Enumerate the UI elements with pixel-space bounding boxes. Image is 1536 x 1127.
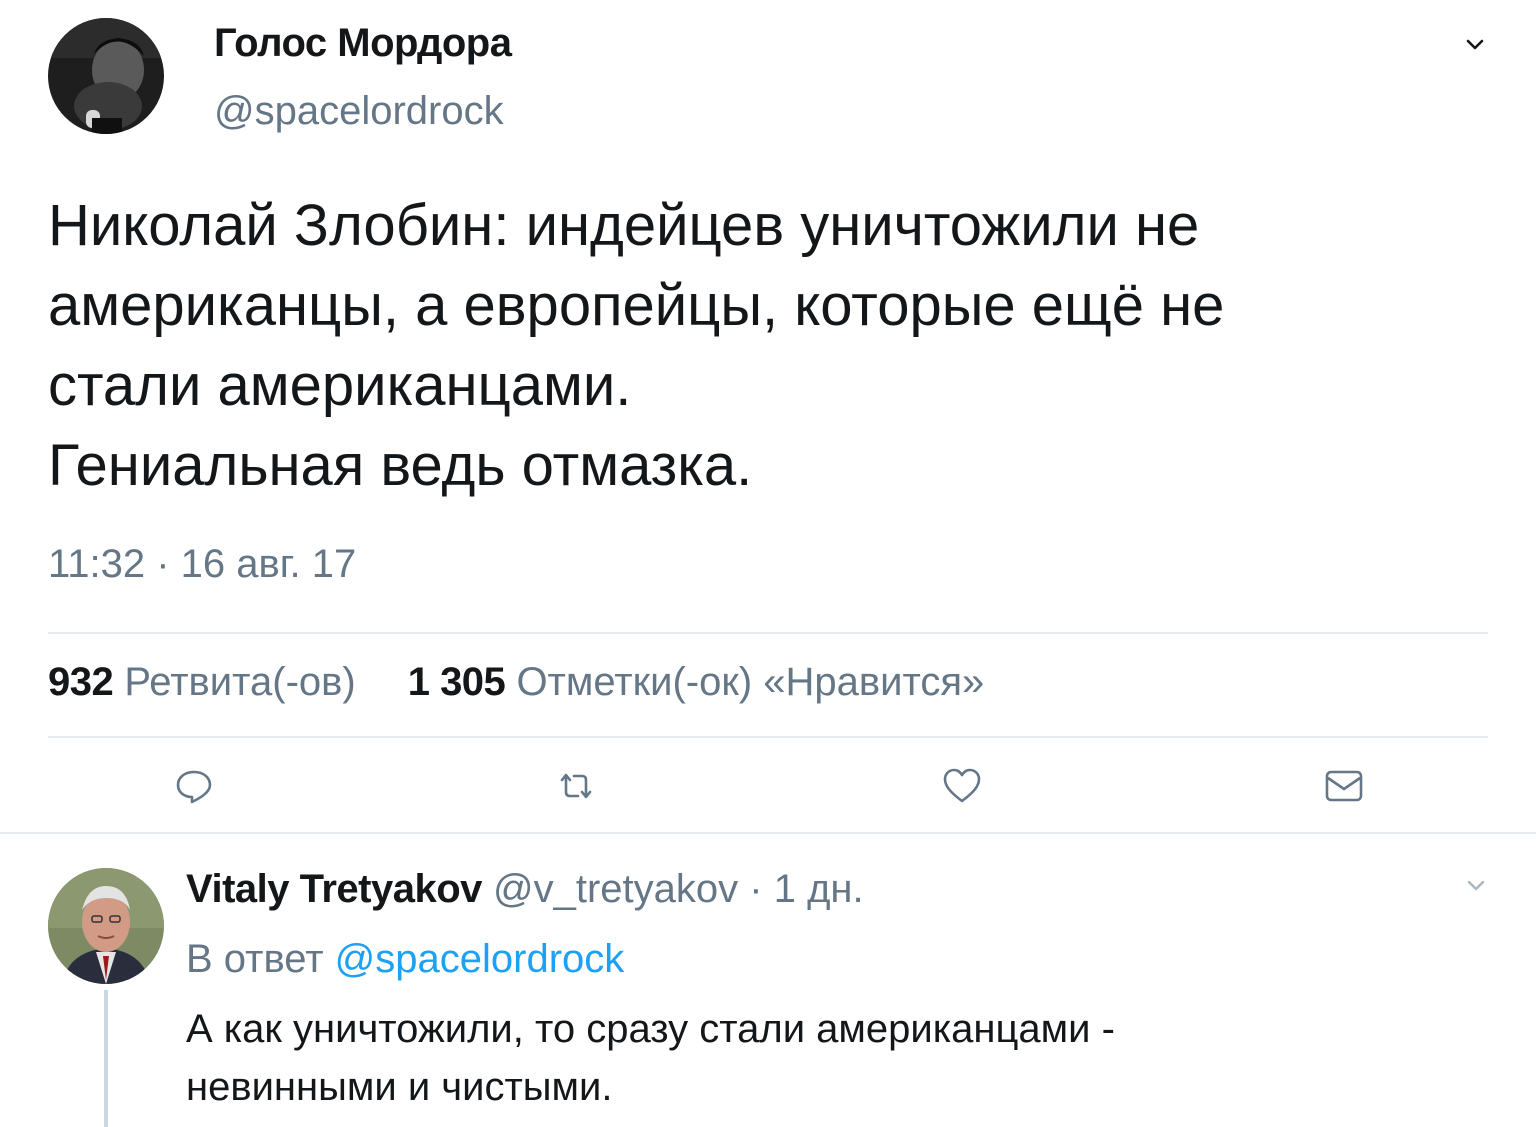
avatar-image [48, 18, 164, 134]
retweet-icon [560, 773, 592, 799]
author-handle[interactable]: @spacelordrock [214, 86, 504, 136]
likes-count: 1 305 [407, 660, 506, 704]
tweet-text-line: стали американцами. [48, 353, 632, 418]
author-display-name[interactable]: Голос Мордора [214, 18, 512, 68]
like-button[interactable] [942, 766, 982, 806]
tweet-text: Николай Злобин: индейцев уничтожили не а… [48, 186, 1498, 506]
tweet-text-line: американцы, а европейцы, которые ещё не [48, 273, 1225, 338]
retweet-button[interactable] [556, 766, 596, 806]
likes-label: Отметки(-ок) «Нравится» [516, 660, 985, 704]
author-avatar[interactable] [48, 18, 164, 134]
tweet-timestamp[interactable]: 11:32 · 16 авг. 17 [48, 536, 356, 592]
retweet-stat[interactable]: 932 Ретвита(-ов) [48, 660, 356, 704]
likes-stat[interactable]: 1 305 Отметки(-ок) «Нравится» [408, 660, 985, 704]
reply-author-handle[interactable]: @v_tretyakov [493, 867, 738, 911]
reply-to-mention[interactable]: @spacelordrock [335, 937, 625, 981]
tweet-text-line: Николай Злобин: индейцев уничтожили не [48, 193, 1200, 258]
chevron-down-icon[interactable] [1462, 32, 1488, 58]
reply-text-line: А как уничтожили, то сразу стали америка… [186, 1007, 1115, 1051]
message-icon [1325, 770, 1363, 802]
reply-author-display-name[interactable]: Vitaly Tretyakov [186, 867, 482, 911]
divider [48, 736, 1488, 738]
reply-text-line: невинными и чистыми. [186, 1065, 613, 1109]
tweet-text-line: Гениальная ведь отмазка. [48, 433, 753, 498]
avatar-image [48, 868, 164, 984]
reply-author-avatar[interactable] [48, 868, 164, 984]
reply-to-label: В ответ [186, 937, 324, 981]
retweets-label: Ретвита(-ов) [124, 660, 356, 704]
divider [48, 632, 1488, 634]
reply-icon [176, 770, 212, 804]
reply-age[interactable]: 1 дн. [774, 867, 864, 911]
heart-icon [943, 768, 981, 803]
reply-text: А как уничтожили, то сразу стали америка… [186, 1000, 1486, 1116]
tweet-stats: 932 Ретвита(-ов) 1 305 Отметки(-ок) «Нрав… [48, 654, 984, 710]
tweet-separator [0, 832, 1536, 834]
retweets-count: 932 [48, 660, 114, 704]
reply-header: Vitaly Tretyakov @v_tretyakov · 1 дн. [186, 862, 864, 916]
reply-to-context: В ответ @spacelordrock [186, 930, 624, 988]
message-button[interactable] [1324, 766, 1364, 806]
chevron-down-icon[interactable] [1464, 874, 1488, 898]
reply-separator: · [738, 867, 774, 911]
thread-line [104, 990, 108, 1127]
reply-button[interactable] [174, 766, 214, 806]
